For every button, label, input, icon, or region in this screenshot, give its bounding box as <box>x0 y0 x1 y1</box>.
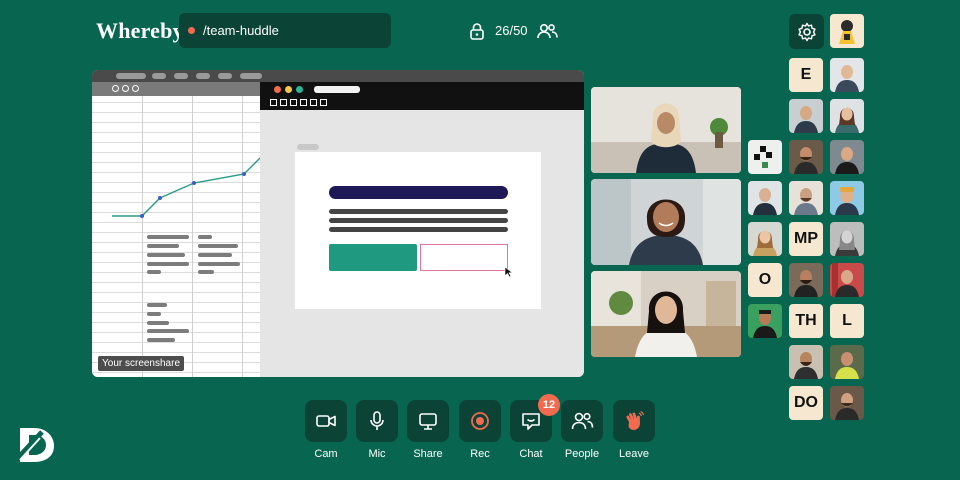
participant-tile-photo[interactable] <box>830 181 864 215</box>
share-label: Share <box>413 448 443 460</box>
participant-tile-photo[interactable] <box>830 140 864 174</box>
participant-tile-avatar[interactable] <box>830 14 864 48</box>
cursor-icon <box>504 266 514 278</box>
people-icon <box>571 412 594 430</box>
participant-tile-photo[interactable] <box>830 58 864 92</box>
participant-tile-photo[interactable] <box>830 99 864 133</box>
room-name: /team-huddle <box>203 23 279 38</box>
participant-tile-photo[interactable] <box>789 181 823 215</box>
participant-count: 26/50 <box>495 23 528 38</box>
record-icon <box>471 412 489 430</box>
form-submit-button <box>329 244 417 271</box>
participant-tile-initials[interactable]: L <box>830 304 864 338</box>
people-icon[interactable] <box>536 22 558 45</box>
people-button[interactable] <box>561 400 603 442</box>
microphone-icon <box>370 411 384 430</box>
lock-icon[interactable] <box>468 22 486 45</box>
leave-button[interactable] <box>613 400 655 442</box>
participant-video-3[interactable] <box>591 271 741 357</box>
participant-video-1[interactable] <box>591 87 741 173</box>
doc-tab <box>297 144 319 150</box>
participant-tile-photo[interactable] <box>830 345 864 379</box>
browser-titlebar <box>260 82 584 110</box>
participant-tile-photo[interactable] <box>748 140 782 174</box>
room-info-bar[interactable]: /team-huddle 26/50 <box>179 13 558 48</box>
participant-tile-photo[interactable] <box>830 263 864 297</box>
screenshare-label: Your screenshare <box>98 356 185 371</box>
leave-label: Leave <box>619 448 649 460</box>
participant-tile-photo[interactable] <box>789 140 823 174</box>
screenshare-panel[interactable]: Your screenshare <box>92 70 584 377</box>
participant-tile-photo[interactable] <box>748 304 782 338</box>
mic-button[interactable] <box>356 400 398 442</box>
participant-tile-initials[interactable]: DO <box>789 386 823 420</box>
room-status-dot <box>188 27 195 34</box>
people-label: People <box>564 448 600 460</box>
participant-tile-photo[interactable] <box>789 263 823 297</box>
chat-icon <box>522 413 540 430</box>
screen-share-icon <box>419 413 437 430</box>
participant-tile-photo[interactable] <box>830 386 864 420</box>
participant-video-2[interactable] <box>591 179 741 265</box>
participant-tile-initials[interactable]: MP <box>789 222 823 256</box>
share-button[interactable] <box>407 400 449 442</box>
whereby-logo: Whereby <box>96 18 184 43</box>
cam-button[interactable] <box>305 400 347 442</box>
participant-tile-initials[interactable]: E <box>789 58 823 92</box>
browser-tab <box>314 86 360 93</box>
participant-tile-photo[interactable] <box>748 222 782 256</box>
rec-button[interactable] <box>459 400 501 442</box>
wave-hand-icon <box>626 410 645 430</box>
camera-icon <box>316 415 336 427</box>
gear-icon <box>797 22 816 41</box>
participant-tile-photo[interactable] <box>830 222 864 256</box>
settings-button[interactable] <box>789 14 824 49</box>
participant-tile-photo[interactable] <box>789 345 823 379</box>
chat-unread-badge: 12 <box>538 394 560 416</box>
form-title-bar <box>329 186 508 199</box>
participant-tile-photo[interactable] <box>748 181 782 215</box>
brand-logo-icon <box>16 428 54 462</box>
participant-tile-initials[interactable]: TH <box>789 304 823 338</box>
participant-tile-photo[interactable] <box>789 99 823 133</box>
participant-tile-initials[interactable]: O <box>748 263 782 297</box>
form-input-field <box>420 244 508 271</box>
